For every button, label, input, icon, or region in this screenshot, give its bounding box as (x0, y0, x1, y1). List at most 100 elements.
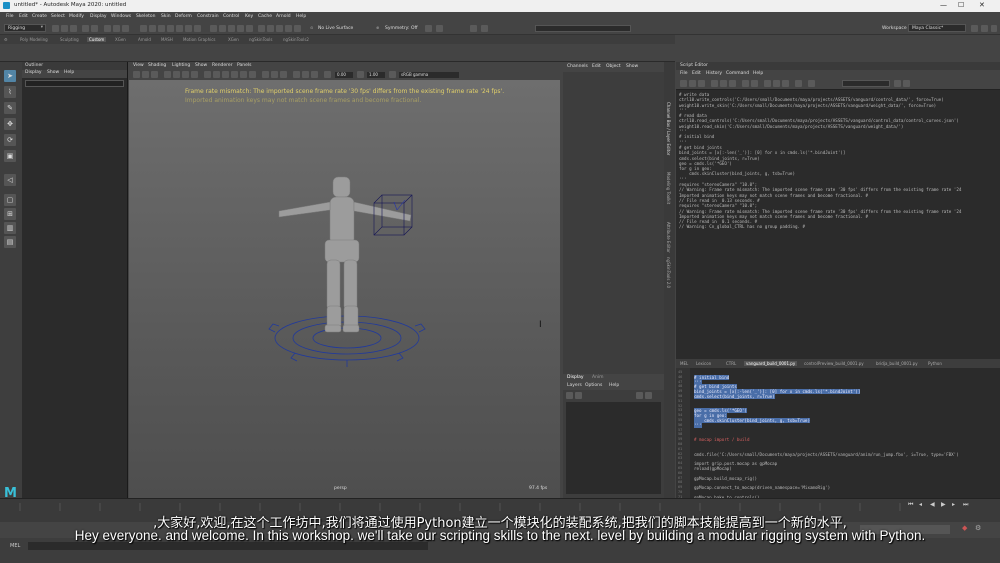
tab-attribute-editor[interactable]: Attribute Editor (666, 222, 671, 253)
clear-history-icon[interactable] (711, 80, 718, 87)
viewport-menu-renderer[interactable]: Renderer (212, 63, 233, 68)
live-surface-label[interactable]: No Live Surface (318, 26, 353, 31)
history-icon[interactable] (258, 25, 265, 32)
shelf-tab-ngskintools2[interactable]: ngSkinTools2 (283, 37, 309, 42)
construction-history-icon[interactable] (267, 25, 274, 32)
layer-menu-help[interactable]: Help (609, 383, 619, 388)
gamma-field[interactable]: 1.00 (367, 72, 385, 78)
mode-selector[interactable]: Rigging ▾ (4, 24, 46, 32)
toggle-icon[interactable] (425, 25, 432, 32)
layout-outliner-icon[interactable]: ▤ (4, 236, 16, 248)
channel-box-menu-channels[interactable]: Channels (567, 64, 588, 69)
script-tab-lexicon[interactable]: Lexicon (696, 361, 711, 366)
command-search-field[interactable] (535, 25, 631, 32)
camera-icon[interactable] (133, 71, 140, 78)
3d-viewport[interactable]: Frame rate mismatch: The imported scene … (129, 80, 560, 498)
layout-icon[interactable] (981, 25, 988, 32)
script-history-output[interactable]: # write data ctrl10.write_controls('C:/Us… (676, 90, 1000, 358)
magnet-icon[interactable]: ⊙ (310, 25, 313, 30)
script-search-input[interactable] (842, 80, 890, 87)
grid-icon[interactable] (164, 71, 171, 78)
lasso-tool-icon[interactable]: ⌇ (4, 86, 16, 98)
layout-side-icon[interactable]: ▥ (4, 222, 16, 234)
script-menu-file[interactable]: File (680, 71, 688, 76)
menu-key[interactable]: Key (245, 14, 253, 19)
save-script-icon[interactable] (698, 80, 705, 87)
textured-icon[interactable] (231, 71, 238, 78)
shelf-tab-motion-graphics[interactable]: Motion Graphics (183, 37, 216, 42)
outliner-search-input[interactable] (25, 80, 124, 87)
shelf-tab-xgen[interactable]: XGen (115, 37, 126, 42)
menu-skin[interactable]: Skin (161, 14, 171, 19)
snap-curve-icon[interactable] (219, 25, 226, 32)
tab-channel-box-layer-editor[interactable]: Channel Box / Layer Editor (666, 102, 671, 155)
script-tab-controlpreview-build[interactable]: controlPreview_build_0001.py (804, 361, 864, 366)
search-prev-icon[interactable] (894, 80, 901, 87)
channel-box-menu-edit[interactable]: Edit (592, 64, 601, 69)
lights-icon[interactable] (240, 71, 247, 78)
wireframe-icon[interactable] (204, 71, 211, 78)
motion-blur-icon[interactable] (271, 71, 278, 78)
tab-modeling-toolkit[interactable]: Modeling Toolkit (666, 172, 671, 204)
menu-constrain[interactable]: Constrain (197, 14, 219, 19)
layer-menu-options[interactable]: Options (585, 383, 602, 388)
tab-ngskintools[interactable]: ngSkinTools 2.0 (666, 257, 671, 288)
minimize-button[interactable]: — (940, 1, 947, 9)
exposure-field[interactable]: 0.00 (335, 72, 353, 78)
wireframe-on-shaded-icon[interactable] (222, 71, 229, 78)
channel-box-menu-show[interactable]: Show (626, 64, 638, 69)
show-line-icon[interactable] (782, 80, 789, 87)
layout-icon[interactable] (971, 25, 978, 32)
shelf-tab-mash[interactable]: MASH (161, 37, 173, 42)
film-gate-icon[interactable] (173, 71, 180, 78)
viewport-menu-lighting[interactable]: Lighting (172, 63, 190, 68)
save-scene-icon[interactable] (70, 25, 77, 32)
xray-icon[interactable] (302, 71, 309, 78)
select-component-icon[interactable] (122, 25, 129, 32)
anti-alias-icon[interactable] (280, 71, 287, 78)
command-input[interactable] (28, 542, 428, 550)
source-script-icon[interactable] (689, 80, 696, 87)
viewport-menu-show[interactable]: Show (195, 63, 207, 68)
menu-display[interactable]: Display (90, 14, 107, 19)
script-menu-history[interactable]: History (706, 71, 722, 76)
new-layer-selected-icon[interactable] (645, 392, 652, 399)
new-layer-icon[interactable] (636, 392, 643, 399)
rotate-tool-icon[interactable]: ⟳ (4, 134, 16, 146)
symmetry-label[interactable]: Symmetry: Off (385, 26, 418, 31)
menu-deform[interactable]: Deform (175, 14, 192, 19)
viewport-menu-view[interactable]: View (133, 63, 144, 68)
menu-select[interactable]: Select (51, 14, 65, 19)
open-scene-icon[interactable] (61, 25, 68, 32)
shelf-tab-sculpting[interactable]: Sculpting (60, 37, 79, 42)
shelf-tab-poly-modeling[interactable]: Poly Modeling (20, 37, 48, 42)
undo-icon[interactable] (82, 25, 89, 32)
menu-cache[interactable]: Cache (258, 14, 272, 19)
render-settings-icon[interactable] (294, 25, 301, 32)
workspace-selector[interactable]: Maya Classic* (908, 24, 966, 32)
script-tab-mel[interactable]: MEL (680, 361, 688, 366)
camera-icon[interactable] (142, 71, 149, 78)
menu-edit[interactable]: Edit (19, 14, 28, 19)
redo-icon[interactable] (91, 25, 98, 32)
mask-icon[interactable] (176, 25, 183, 32)
outliner-menu-display[interactable]: Display (25, 70, 42, 75)
shelf-tab-xgen-2[interactable]: XGen (228, 37, 239, 42)
quick-help-icon[interactable] (808, 80, 815, 87)
mask-icon[interactable] (194, 25, 201, 32)
clear-all-icon[interactable] (729, 80, 736, 87)
shelf-tab-custom[interactable]: Custom (87, 37, 107, 42)
menu-file[interactable]: File (6, 14, 14, 19)
menu-arnold[interactable]: Arnold (276, 14, 291, 19)
script-tab-ctrl[interactable]: CTRL (726, 361, 736, 366)
shelf-tab-ngskintools[interactable]: ngSkinTools (249, 37, 272, 42)
mask-icon[interactable] (149, 25, 156, 32)
layout-four-icon[interactable]: ⊞ (4, 208, 16, 220)
ambient-occlusion-icon[interactable] (262, 71, 269, 78)
snap-grid-icon[interactable] (210, 25, 217, 32)
gate-mask-icon[interactable] (191, 71, 198, 78)
maximize-button[interactable]: ☐ (958, 1, 964, 9)
outliner-menu-show[interactable]: Show (47, 70, 59, 75)
mask-icon[interactable] (185, 25, 192, 32)
viewport-menu-shading[interactable]: Shading (148, 63, 166, 68)
